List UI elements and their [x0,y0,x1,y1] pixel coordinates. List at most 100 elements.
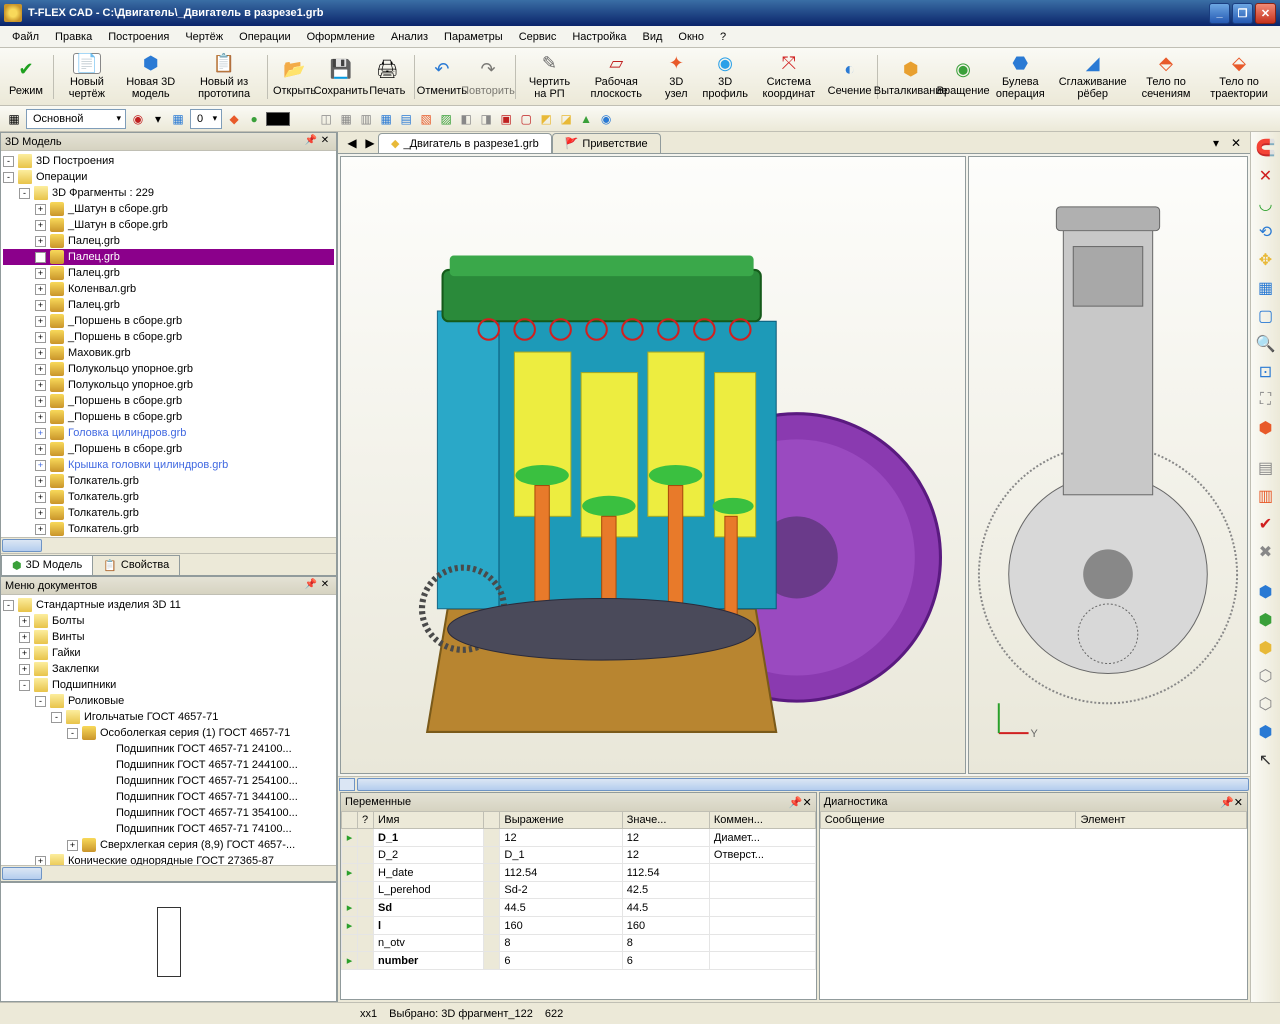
tree-item[interactable]: +Полукольцо упорное.grb [3,377,334,393]
tree-item[interactable]: -3D Построения [3,153,334,169]
tree-item[interactable]: -Подшипники [3,677,334,693]
view-tool-icon[interactable]: ▲ [578,111,594,127]
view-tool-icon[interactable]: ◩ [538,111,554,127]
body-by-sections-button[interactable]: ⬘Тело по сечениям [1132,50,1200,104]
view-tool-icon[interactable]: ◨ [478,111,494,127]
linewidth-combo[interactable]: 0 [190,109,222,129]
tree-item[interactable]: +_Поршень в сборе.grb [3,329,334,345]
redo-button[interactable]: ↷Повторить [466,50,510,104]
close-button[interactable]: ✕ [1255,3,1276,24]
tab-close-icon[interactable]: ✕ [1228,135,1244,151]
tree-item[interactable]: +_Поршень в сборе.grb [3,441,334,457]
model-tree[interactable]: -3D Построения-Операции-3D Фрагменты : 2… [1,151,336,537]
document-tab-greeting[interactable]: 🚩Приветствие [552,133,661,153]
menu-Параметры[interactable]: Параметры [436,28,511,46]
new-drawing-button[interactable]: 📄Новый чертёж [59,50,116,104]
tree-item[interactable]: +Полукольцо упорное.grb [3,361,334,377]
tool-icon[interactable]: ◉ [130,111,146,127]
layer-icon[interactable]: ▤ [1254,456,1278,480]
minimize-button[interactable]: _ [1209,3,1230,24]
menu-Операции[interactable]: Операции [231,28,298,46]
tree-item[interactable]: -Игольчатые ГОСТ 4657-71 [3,709,334,725]
grid-icon[interactable]: ▦ [1254,276,1278,300]
save-button[interactable]: 💾Сохранить [319,50,364,104]
cancel-icon[interactable]: ✖ [1254,540,1278,564]
tree-item[interactable]: +_Поршень в сборе.grb [3,313,334,329]
body-by-trajectory-button[interactable]: ⬙Тело по траектории [1202,50,1276,104]
tab-prev-icon[interactable]: ◀ [344,135,360,151]
tree-item[interactable]: +Палец.grb [3,265,334,281]
menu-Вид[interactable]: Вид [635,28,671,46]
pin-icon[interactable]: 📌 [304,579,318,593]
tree-item[interactable]: +Крышка головки цилиндров.grb [3,457,334,473]
maximize-button[interactable]: ❐ [1232,3,1253,24]
tree-item[interactable]: +Маховик.grb [3,345,334,361]
tree-item[interactable]: +_Поршень в сборе.grb [3,393,334,409]
tree-item[interactable]: -3D Фрагменты : 229 [3,185,334,201]
menu-Чертёж[interactable]: Чертёж [177,28,231,46]
layer-combo[interactable]: Основной [26,109,126,129]
boolean-button[interactable]: ⬣Булева операция [987,50,1053,104]
menu-Настройка[interactable]: Настройка [564,28,634,46]
view-tool-icon[interactable]: ▦ [338,111,354,127]
3d-profile-button[interactable]: ◉3D профиль [700,50,750,104]
tool-icon[interactable]: ● [246,111,262,127]
close-panel-button[interactable]: ✕ [318,135,332,149]
draw-on-wp-button[interactable]: ✎Чертить на РП [521,50,579,104]
view-tool-icon[interactable]: ▨ [438,111,454,127]
move-icon[interactable]: ✥ [1254,248,1278,272]
undo-button[interactable]: ↶Отменить [420,50,464,104]
axis-icon[interactable]: ✕ [1254,164,1278,188]
tree-item[interactable]: Подшипник ГОСТ 4657-71 74100... [3,821,334,837]
viewport-scrollbar[interactable] [338,776,1250,792]
tool-icon[interactable]: ▾ [150,111,166,127]
menu-Оформление[interactable]: Оформление [299,28,383,46]
cube5-icon[interactable]: ⬡ [1254,692,1278,716]
tree-scrollbar[interactable] [1,537,336,553]
tree-item[interactable]: Подшипник ГОСТ 4657-71 244100... [3,757,334,773]
new-from-prototype-button[interactable]: 📋Новый из прототипа [186,50,262,104]
view-tool-icon[interactable]: ◫ [318,111,334,127]
tree-item[interactable]: Подшипник ГОСТ 4657-71 24100... [3,741,334,757]
tree-item[interactable]: -Операции [3,169,334,185]
view-tool-icon[interactable]: ◪ [558,111,574,127]
section-button[interactable]: ◐Сечение [828,50,872,104]
tool-icon[interactable]: ◆ [226,111,242,127]
tree-item[interactable]: +Палец.grb [3,233,334,249]
menu-Окно[interactable]: Окно [670,28,712,46]
docmenu-scrollbar[interactable] [1,865,336,881]
cube4-icon[interactable]: ⬡ [1254,664,1278,688]
fit-icon[interactable]: ⛶ [1254,388,1278,412]
tree-item[interactable]: +Палец.grb [3,297,334,313]
tree-item[interactable]: +Коленвал.grb [3,281,334,297]
tree-item[interactable]: +Палец.grb [3,249,334,265]
view-tool-icon[interactable]: ◉ [598,111,614,127]
tab-next-icon[interactable]: ▶ [362,135,378,151]
tree-item[interactable]: +_Шатун в сборе.grb [3,217,334,233]
open-button[interactable]: 📂Открыть [273,50,317,104]
tree-item[interactable]: +Заклепки [3,661,334,677]
select-icon[interactable]: ↖ [1254,748,1278,772]
view-tool-icon[interactable]: ▤ [398,111,414,127]
tree-item[interactable]: Подшипник ГОСТ 4657-71 254100... [3,773,334,789]
workplane-button[interactable]: ▱Рабочая плоскость [580,50,652,104]
menu-Построения[interactable]: Построения [100,28,177,46]
close-panel-button[interactable]: ✕ [1234,796,1243,809]
tree-item[interactable]: +Толкатель.grb [3,521,334,537]
tree-item[interactable]: Подшипник ГОСТ 4657-71 344100... [3,789,334,805]
box-icon[interactable]: ▢ [1254,304,1278,328]
view-tool-icon[interactable]: ▢ [518,111,534,127]
main-viewport[interactable] [340,156,966,774]
tree-item[interactable]: Подшипник ГОСТ 4657-71 354100... [3,805,334,821]
print-button[interactable]: 🖨Печать [365,50,409,104]
3d-node-button[interactable]: ✦3D узел [654,50,698,104]
menu-Файл[interactable]: Файл [4,28,47,46]
tab-3d-model[interactable]: ⬢3D Модель [1,555,93,575]
revolve-button[interactable]: ◉Вращение [941,50,985,104]
tree-item[interactable]: +Конические однорядные ГОСТ 27365-87 [3,853,334,865]
cube3-icon[interactable]: ⬢ [1254,636,1278,660]
tree-item[interactable]: +_Поршень в сборе.grb [3,409,334,425]
tree-item[interactable]: -Роликовые [3,693,334,709]
cube6-icon[interactable]: ⬢ [1254,720,1278,744]
tree-item[interactable]: +_Шатун в сборе.grb [3,201,334,217]
